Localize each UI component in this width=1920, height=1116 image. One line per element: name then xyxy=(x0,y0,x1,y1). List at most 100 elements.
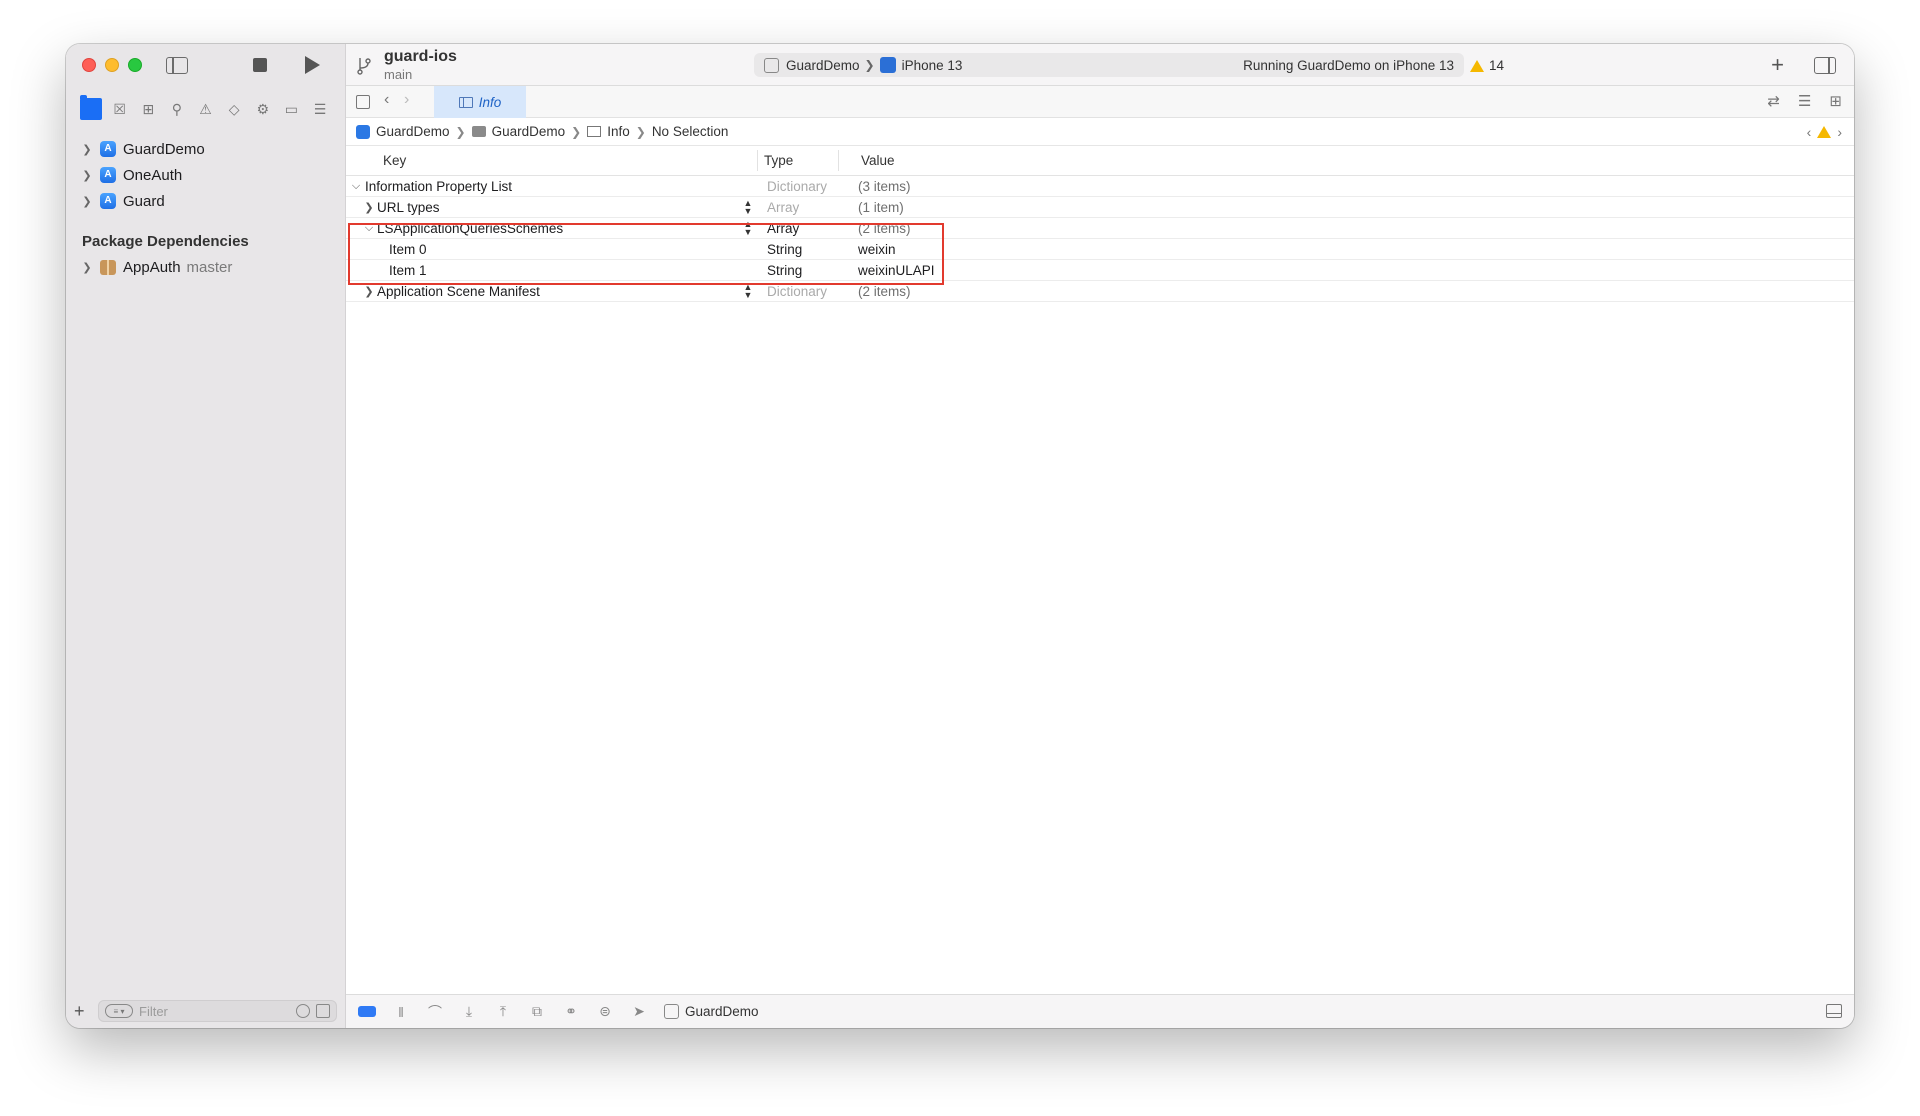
app-project-icon xyxy=(100,167,116,183)
plist-key: URL types xyxy=(377,199,440,215)
tree-item-oneauth[interactable]: ❯ OneAuth xyxy=(66,162,345,188)
plist-type: Dictionary xyxy=(767,178,828,194)
breadcrumb-group[interactable]: GuardDemo xyxy=(492,124,566,139)
project-navigator-folder-icon[interactable] xyxy=(80,95,102,120)
sidebar-toggle-icon[interactable] xyxy=(166,57,188,74)
split-editor-icon[interactable]: ⊞ xyxy=(1829,92,1842,110)
debug-navigator-icon[interactable]: ⚙ xyxy=(252,98,274,120)
chevron-right-icon: ❯ xyxy=(635,124,646,139)
plist-key: LSApplicationQueriesSchemes xyxy=(377,220,564,236)
minimize-window-button[interactable] xyxy=(105,58,119,72)
key-column-header[interactable]: Key xyxy=(383,146,406,175)
package-icon xyxy=(100,259,116,275)
window-controls xyxy=(82,58,142,72)
tab-info[interactable]: Info xyxy=(434,86,526,118)
chevron-right-icon: ❯ xyxy=(455,124,466,139)
library-plus-icon[interactable]: + xyxy=(1771,52,1784,78)
chevron-right-icon[interactable]: ❯ xyxy=(80,261,94,274)
chevron-right-icon[interactable]: ❯ xyxy=(80,169,94,182)
editor-options-lines-icon[interactable]: ☰ xyxy=(1798,92,1811,110)
step-over-icon[interactable]: ⌒ xyxy=(426,1002,444,1022)
view-hierarchy-icon[interactable]: ⧉ xyxy=(528,1003,546,1020)
close-window-button[interactable] xyxy=(82,58,96,72)
environment-overrides-icon[interactable]: ⊜ xyxy=(596,1003,614,1020)
plist-row-application-scene-manifest[interactable]: ❯ Application Scene Manifest ▲ ▼ Dictiona… xyxy=(346,281,1854,302)
recent-files-clock-icon[interactable] xyxy=(296,1004,310,1018)
chevron-left-icon[interactable]: ‹ xyxy=(384,91,389,109)
column-divider[interactable] xyxy=(757,150,758,171)
source-control-icon[interactable]: ☒ xyxy=(109,98,131,120)
breakpoints-toggle-icon[interactable] xyxy=(358,1006,376,1017)
value-column-header[interactable]: Value xyxy=(861,146,895,175)
plist-value[interactable]: weixin xyxy=(858,239,896,259)
navigator-sidebar: ☒ ⊞ ⚲ ⚠ ◇ ⚙ ▭ ☰ ❯ GuardDemo ❯ OneAuth ❯ xyxy=(66,44,346,1028)
breadcrumb-selection[interactable]: No Selection xyxy=(652,124,729,139)
step-out-icon[interactable]: ⤒ xyxy=(494,1003,512,1020)
warning-icon[interactable] xyxy=(1817,126,1832,138)
step-into-icon[interactable]: ⤓ xyxy=(460,1003,478,1020)
type-column-header[interactable]: Type xyxy=(764,146,793,175)
type-stepper-icon[interactable]: ▲ ▼ xyxy=(742,199,754,216)
plist-value: (3 items) xyxy=(858,178,911,194)
plist-value: (2 items) xyxy=(858,283,911,299)
location-arrow-icon[interactable]: ➤ xyxy=(630,1003,648,1020)
debug-area-toggle-icon[interactable] xyxy=(1826,1004,1842,1018)
chevron-right-icon[interactable]: › xyxy=(1837,124,1842,140)
chevron-down-icon[interactable]: ⌵ xyxy=(363,218,375,238)
find-navigator-search-icon[interactable]: ⚲ xyxy=(166,98,188,120)
plist-value[interactable]: weixinULAPI xyxy=(858,260,935,280)
stop-icon[interactable] xyxy=(253,58,267,72)
chevron-left-icon[interactable]: ‹ xyxy=(1807,124,1812,140)
debug-target[interactable]: GuardDemo xyxy=(664,1004,759,1019)
chevron-right-icon: ❯ xyxy=(571,124,582,139)
tab-label: Info xyxy=(478,94,502,110)
test-navigator-diamond-icon[interactable]: ◇ xyxy=(223,98,245,120)
filter-options-icon[interactable]: ≡ ▾ xyxy=(105,1004,133,1018)
scheme-selector[interactable]: GuardDemo xyxy=(786,58,860,73)
plist-row-information-property-list[interactable]: ⌵ Information Property List Dictionary (… xyxy=(346,176,1854,197)
column-divider[interactable] xyxy=(838,150,839,171)
package-label: AppAuth xyxy=(123,258,181,276)
type-stepper-icon[interactable]: ▲ ▼ xyxy=(742,283,754,300)
plist-row-item-0[interactable]: Item 0 String weixin xyxy=(346,239,1854,260)
zoom-window-button[interactable] xyxy=(128,58,142,72)
plist-key: Item 1 xyxy=(389,262,427,278)
chevron-right-icon[interactable]: › xyxy=(404,91,409,109)
tree-item-guard[interactable]: ❯ Guard xyxy=(66,188,345,214)
pause-icon[interactable]: ‖ xyxy=(392,1004,410,1020)
breadcrumb-file[interactable]: Info xyxy=(607,124,630,139)
tree-item-label: OneAuth xyxy=(123,166,183,184)
tree-item-appauth[interactable]: ❯ AppAuth master xyxy=(66,254,345,280)
breadcrumb-project[interactable]: GuardDemo xyxy=(376,124,450,139)
chevron-right-icon[interactable]: ❯ xyxy=(80,143,94,156)
related-items-grid-icon[interactable] xyxy=(356,95,370,109)
plist-row-ls-application-queries-schemes[interactable]: ⌵ LSApplicationQueriesSchemes ▲ ▼ Array (… xyxy=(346,218,1854,239)
property-list-editor: Key Type Value ⌵ Information Property Li… xyxy=(346,146,1854,302)
plist-key: Item 0 xyxy=(389,241,427,257)
app-project-icon xyxy=(356,124,370,139)
project-title[interactable]: guard-ios xyxy=(384,48,457,66)
warnings-indicator[interactable]: 14 xyxy=(1470,58,1504,73)
source-control-filter-icon[interactable] xyxy=(316,1004,330,1018)
report-navigator-icon[interactable]: ☰ xyxy=(309,98,331,120)
breakpoint-navigator-icon[interactable]: ▭ xyxy=(280,98,302,120)
issue-navigator-warning-icon[interactable]: ⚠ xyxy=(195,98,217,120)
tree-item-guarddemo[interactable]: ❯ GuardDemo xyxy=(66,136,345,162)
symbol-navigator-icon[interactable]: ⊞ xyxy=(137,98,159,120)
chevron-right-icon[interactable]: ❯ xyxy=(80,195,94,208)
chevron-down-icon[interactable]: ⌵ xyxy=(350,176,362,196)
chevron-right-icon[interactable]: ❯ xyxy=(363,197,375,217)
plist-row-url-types[interactable]: ❯ URL types ▲ ▼ Array (1 item) xyxy=(346,197,1854,218)
add-file-plus-icon[interactable]: + xyxy=(74,1001,90,1022)
run-icon[interactable] xyxy=(305,56,320,74)
chevron-right-icon[interactable]: ❯ xyxy=(363,281,375,301)
inspector-toggle-icon[interactable] xyxy=(1814,57,1836,74)
plist-value: (2 items) xyxy=(858,220,911,236)
type-stepper-icon[interactable]: ▲ ▼ xyxy=(742,220,754,237)
plist-row-item-1[interactable]: Item 1 String weixinULAPI xyxy=(346,260,1854,281)
filter-placeholder: Filter xyxy=(139,1003,168,1019)
filter-input[interactable]: ≡ ▾ Filter xyxy=(98,1000,337,1022)
memory-graph-icon[interactable]: ⚭ xyxy=(562,1003,580,1020)
swap-arrows-icon[interactable]: ⇄ xyxy=(1767,92,1780,110)
device-selector[interactable]: iPhone 13 xyxy=(902,58,963,73)
